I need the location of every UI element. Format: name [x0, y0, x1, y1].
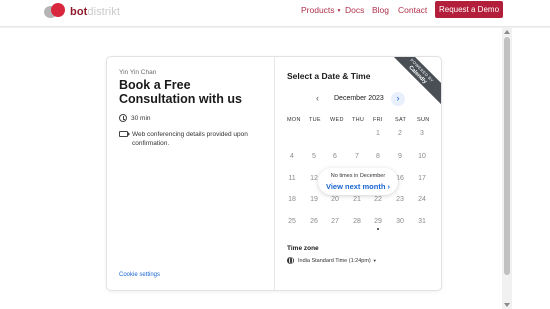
calendar-day: 4 [290, 153, 294, 160]
logo-text-bot: bot [70, 6, 88, 18]
no-times-popup: No times in December View next month › [318, 168, 398, 195]
chevron-right-icon: › [387, 182, 391, 191]
chevron-down-icon: ▼ [372, 258, 377, 263]
video-camera-icon [119, 131, 130, 137]
nav-docs[interactable]: Docs [345, 5, 364, 15]
today-indicator [377, 228, 379, 230]
month-label: December 2023 [334, 95, 384, 102]
calendar-day: 17 [418, 175, 426, 182]
calendar-day: 30 [396, 218, 404, 225]
duration-text: 30 min [131, 115, 151, 122]
month-navigation: ‹ December 2023 › [287, 92, 407, 106]
calendar-day: 10 [418, 153, 426, 160]
logo-icon [44, 3, 68, 21]
weekday-header: MON [287, 117, 301, 123]
scroll-thumb[interactable] [504, 37, 510, 275]
duration-row: 30 min [119, 114, 151, 123]
calendar-day: 21 [353, 196, 361, 203]
calendar-day: 9 [398, 153, 402, 160]
host-name: Yin Yin Chan [119, 69, 157, 76]
nav-contact[interactable]: Contact [398, 5, 427, 15]
event-title: Book a Free Consultation with us [119, 78, 242, 106]
calendar-day: 8 [376, 153, 380, 160]
booking-widget: Yin Yin Chan Book a Free Consultation wi… [106, 56, 442, 291]
calendar-day: 3 [420, 130, 424, 137]
view-next-month-button[interactable]: View next month › [318, 182, 398, 191]
weekday-header: WED [330, 117, 344, 123]
conferencing-text: Web conferencing details provided upon c… [132, 131, 248, 147]
chevron-down-icon: ▼ [336, 8, 342, 14]
cookie-settings-link[interactable]: Cookie settings [119, 272, 160, 278]
calendar-day: 22 [374, 196, 382, 203]
calendar-day: 18 [288, 196, 296, 203]
scroll-down-icon[interactable] [504, 303, 510, 307]
calendar-day: 29 [374, 218, 382, 225]
calendar-day: 2 [398, 130, 402, 137]
timezone-value: India Standard Time (1:24pm) [298, 257, 371, 264]
calendar-day: 26 [310, 218, 318, 225]
timezone-label: Time zone [287, 245, 319, 252]
calendar-day: 20 [331, 196, 339, 203]
chevron-right-icon[interactable]: › [391, 92, 405, 106]
select-date-heading: Select a Date & Time [287, 71, 371, 81]
weekday-header: SAT [395, 117, 407, 123]
calendar-day: 28 [353, 218, 361, 225]
weekday-header: SUN [417, 117, 430, 123]
calendar-day: 31 [418, 218, 426, 225]
logo-text-distrikt: distrikt [87, 6, 120, 18]
globe-icon [287, 257, 294, 264]
scroll-up-icon[interactable] [504, 30, 510, 34]
calendar-day: 7 [355, 153, 359, 160]
nav-products[interactable]: Products ▼ [301, 5, 342, 15]
logo[interactable]: botdistrikt [44, 3, 120, 21]
weekday-header: TUE [309, 117, 321, 123]
calendar-day: 24 [418, 196, 426, 203]
timezone-select[interactable]: India Standard Time (1:24pm) ▼ [287, 257, 377, 264]
calendar-day: 23 [396, 196, 404, 203]
clock-icon [119, 114, 127, 122]
conferencing-row: Web conferencing details provided upon c… [119, 130, 269, 148]
calendar-day: 11 [288, 175, 296, 182]
calendar-day: 25 [288, 218, 296, 225]
divider [274, 57, 275, 290]
request-demo-button[interactable]: Request a Demo [435, 1, 503, 18]
weekday-header: THU [352, 117, 365, 123]
calendar-day: 27 [331, 218, 339, 225]
scrollbar[interactable] [502, 28, 512, 309]
calendar-day: 19 [310, 196, 318, 203]
no-times-text: No times in December [330, 173, 386, 179]
chevron-left-icon[interactable]: ‹ [316, 93, 319, 103]
calendar-day: 6 [333, 153, 337, 160]
site-header: botdistrikt Products ▼ Docs Blog Contact … [0, 0, 550, 27]
nav-blog[interactable]: Blog [372, 5, 389, 15]
weekday-header: FRI [373, 117, 383, 123]
calendar-day: 1 [376, 130, 380, 137]
calendar-day: 5 [312, 153, 316, 160]
